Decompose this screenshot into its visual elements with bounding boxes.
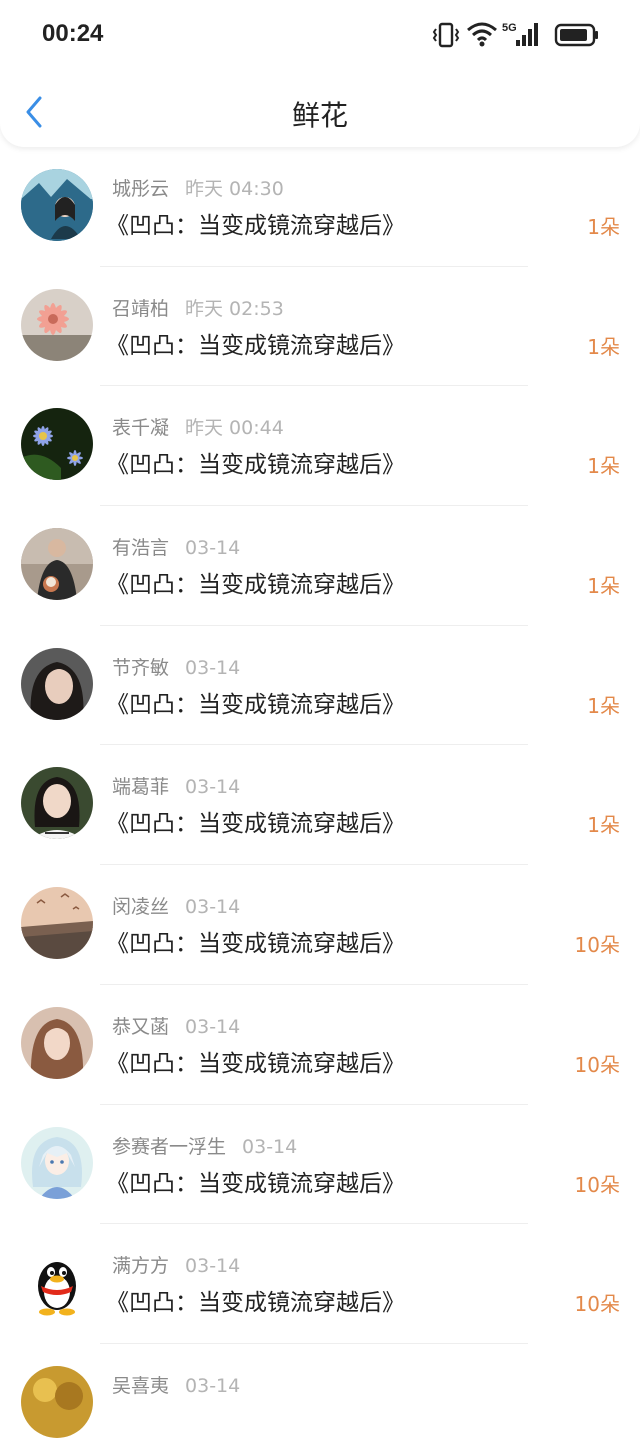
user-name: 闵凌丝 bbox=[112, 896, 170, 919]
qq-penguin-icon bbox=[21, 1246, 93, 1319]
item-time: 03-14 bbox=[185, 1015, 241, 1038]
user-name: 有浩言 bbox=[112, 537, 170, 560]
avatar[interactable] bbox=[21, 528, 93, 601]
item-meta: 参赛者一浮生 03-14 bbox=[112, 1132, 297, 1159]
nav-bar: 鲜花 bbox=[0, 72, 640, 147]
book-title[interactable]: 《凹凸：当变成镜流穿越后》 bbox=[106, 1164, 405, 1198]
list-item[interactable]: 闵凌丝 03-14 《凹凸：当变成镜流穿越后》 10朵 bbox=[0, 865, 640, 985]
flower-count: 1朵 bbox=[587, 813, 620, 838]
book-title[interactable]: 《凹凸：当变成镜流穿越后》 bbox=[106, 445, 405, 479]
list-item[interactable]: 城彤云 昨天 04:30 《凹凸：当变成镜流穿越后》 1朵 bbox=[0, 147, 640, 267]
battery-icon bbox=[554, 23, 598, 47]
item-time: 昨天 00:44 bbox=[185, 417, 284, 440]
avatar[interactable] bbox=[21, 408, 93, 481]
list-item[interactable]: 有浩言 03-14 《凹凸：当变成镜流穿越后》 1朵 bbox=[0, 506, 640, 626]
page-title: 鲜花 bbox=[291, 99, 348, 132]
status-bar: 00:24 5G bbox=[0, 0, 640, 70]
item-time: 昨天 04:30 bbox=[185, 178, 284, 200]
avatar[interactable] bbox=[21, 1365, 93, 1438]
flower-count: 10朵 bbox=[574, 1052, 620, 1077]
avatar[interactable] bbox=[21, 1006, 93, 1079]
user-name: 召靖柏 bbox=[112, 297, 170, 320]
list-item[interactable]: 满方方 03-14 《凹凸：当变成镜流穿越后》 10朵 bbox=[0, 1224, 640, 1344]
wifi-icon bbox=[467, 22, 497, 47]
item-time: 昨天 02:53 bbox=[185, 297, 284, 320]
flower-count: 1朵 bbox=[587, 215, 620, 239]
list-item[interactable]: 参赛者一浮生 03-14 《凹凸：当变成镜流穿越后》 10朵 bbox=[0, 1105, 640, 1225]
list-item[interactable]: 恭又菡 03-14 《凹凸：当变成镜流穿越后》 10朵 bbox=[0, 985, 640, 1105]
item-time: 03-14 bbox=[242, 1135, 298, 1158]
item-meta: 满方方 03-14 bbox=[112, 1251, 240, 1278]
item-meta: 表千凝 昨天 00:44 bbox=[112, 413, 284, 440]
user-name: 参赛者一浮生 bbox=[112, 1135, 227, 1158]
item-time: 03-14 bbox=[185, 537, 241, 560]
flower-count: 1朵 bbox=[587, 334, 620, 359]
book-title[interactable]: 《凹凸：当变成镜流穿越后》 bbox=[106, 1044, 405, 1078]
flower-count: 10朵 bbox=[574, 1172, 620, 1197]
avatar[interactable] bbox=[21, 1126, 93, 1199]
item-time: 03-14 bbox=[185, 896, 241, 919]
item-time: 03-14 bbox=[185, 656, 241, 679]
flower-count: 1朵 bbox=[587, 574, 620, 599]
user-name: 恭又菡 bbox=[112, 1015, 170, 1038]
signal-icon: 5G bbox=[502, 22, 538, 46]
item-time: 03-14 bbox=[185, 776, 241, 799]
avatar[interactable] bbox=[21, 767, 93, 840]
item-time: 03-14 bbox=[185, 1374, 241, 1397]
status-time: 00:24 bbox=[42, 20, 104, 47]
header: 00:24 5G 鲜花 bbox=[0, 0, 640, 147]
book-title[interactable]: 《凹凸：当变成镜流穿越后》 bbox=[106, 924, 405, 958]
book-title[interactable]: 《凹凸：当变成镜流穿越后》 bbox=[106, 565, 405, 599]
item-meta: 恭又菡 03-14 bbox=[112, 1012, 240, 1039]
flower-count: 10朵 bbox=[574, 933, 620, 958]
avatar[interactable] bbox=[21, 887, 93, 960]
item-meta: 节齐敏 03-14 bbox=[112, 653, 240, 680]
user-name: 满方方 bbox=[112, 1255, 170, 1278]
user-name: 端葛菲 bbox=[112, 776, 170, 799]
item-meta: 有浩言 03-14 bbox=[112, 533, 240, 560]
book-title[interactable]: 《凹凸：当变成镜流穿越后》 bbox=[106, 326, 405, 360]
flower-count: 10朵 bbox=[574, 1292, 620, 1317]
user-name: 节齐敏 bbox=[112, 656, 170, 679]
avatar[interactable] bbox=[21, 1246, 93, 1319]
book-title[interactable]: 《凹凸：当变成镜流穿越后》 bbox=[106, 685, 405, 719]
item-meta: 闵凌丝 03-14 bbox=[112, 892, 240, 919]
user-name: 吴喜夷 bbox=[112, 1374, 170, 1397]
flower-list: 城彤云 昨天 04:30 《凹凸：当变成镜流穿越后》 1朵 召靖柏 昨天 02:… bbox=[0, 147, 640, 1438]
vibrate-icon bbox=[432, 22, 460, 48]
book-title[interactable]: 《凹凸：当变成镜流穿越后》 bbox=[106, 1283, 405, 1317]
list-item[interactable]: 召靖柏 昨天 02:53 《凹凸：当变成镜流穿越后》 1朵 bbox=[0, 267, 640, 387]
avatar[interactable] bbox=[21, 647, 93, 720]
flower-count: 1朵 bbox=[587, 693, 620, 718]
item-meta: 端葛菲 03-14 bbox=[112, 772, 240, 799]
list-item[interactable]: 节齐敏 03-14 《凹凸：当变成镜流穿越后》 1朵 bbox=[0, 626, 640, 746]
user-name: 表千凝 bbox=[112, 417, 170, 440]
flower-count: 1朵 bbox=[587, 454, 620, 479]
list-item[interactable]: 吴喜夷 03-14 bbox=[0, 1344, 640, 1438]
item-meta: 城彤云 昨天 04:30 bbox=[112, 174, 284, 201]
book-title[interactable]: 《凹凸：当变成镜流穿越后》 bbox=[106, 206, 405, 240]
item-time: 03-14 bbox=[185, 1255, 241, 1278]
user-name: 城彤云 bbox=[112, 178, 170, 200]
book-title[interactable]: 《凹凸：当变成镜流穿越后》 bbox=[106, 804, 405, 838]
list-item[interactable]: 端葛菲 03-14 《凹凸：当变成镜流穿越后》 1朵 bbox=[0, 745, 640, 866]
list-item[interactable]: 表千凝 昨天 00:44 《凹凸：当变成镜流穿越后》 1朵 bbox=[0, 386, 640, 507]
item-meta: 召靖柏 昨天 02:53 bbox=[112, 294, 284, 321]
item-meta: 吴喜夷 03-14 bbox=[112, 1371, 240, 1398]
network-label: 5G bbox=[502, 22, 517, 34]
avatar[interactable] bbox=[21, 288, 93, 361]
avatar[interactable] bbox=[21, 169, 93, 241]
